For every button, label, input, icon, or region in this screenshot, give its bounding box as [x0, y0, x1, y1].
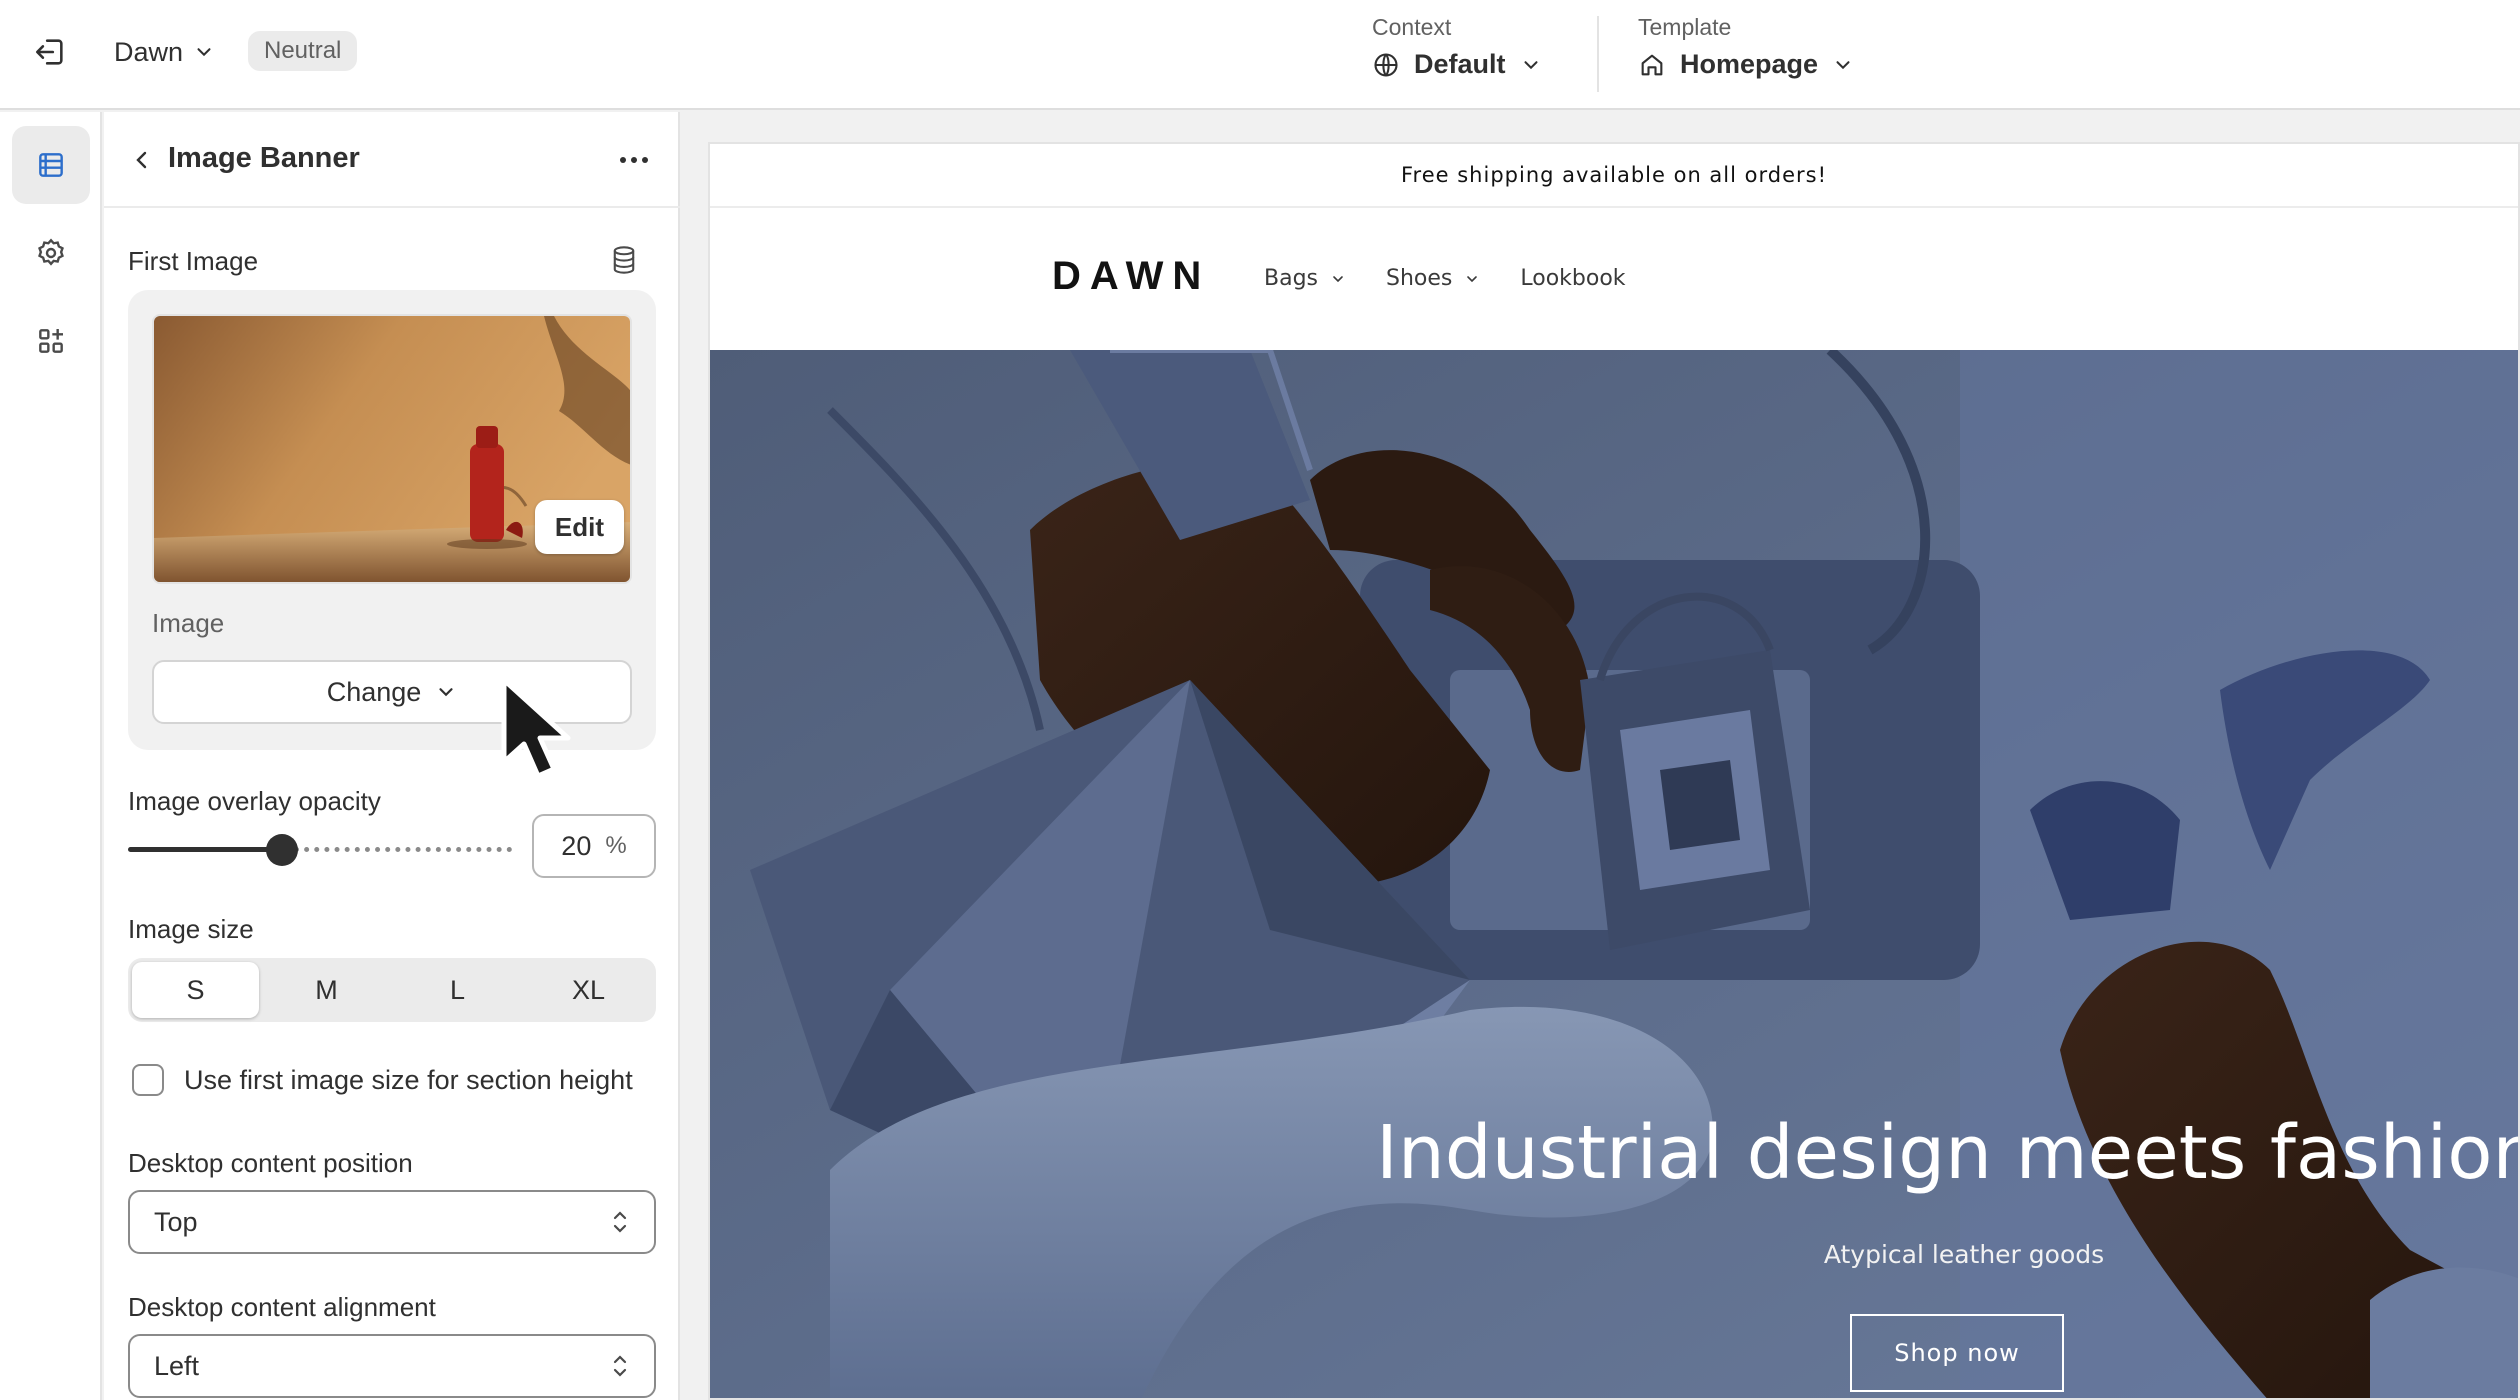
rail-sections-button[interactable]	[12, 126, 90, 204]
home-icon	[1641, 54, 1663, 75]
theme-name: Dawn	[114, 36, 184, 67]
store-header: DAWN Bags Shoes Lookbook	[710, 210, 2518, 350]
store-nav: Bags Shoes Lookbook	[1264, 266, 1626, 291]
context-group: Context Default	[1372, 14, 1542, 80]
context-selector[interactable]: Default	[1372, 49, 1542, 80]
exit-button[interactable]	[28, 30, 72, 74]
rail-apps-button[interactable]	[12, 302, 90, 380]
template-selector[interactable]: Homepage	[1638, 49, 1854, 80]
panel-header: Image Banner	[104, 112, 680, 208]
opacity-value: 20	[561, 830, 592, 861]
desktop-alignment-select[interactable]: Left	[128, 1334, 656, 1398]
select-arrows-icon	[613, 1355, 627, 1377]
gear-icon	[38, 238, 64, 266]
hero-heading: Industrial design meets fashion	[1376, 1110, 2520, 1196]
desktop-alignment-label: Desktop content alignment	[128, 1292, 436, 1322]
overlay-opacity-label: Image overlay opacity	[128, 786, 381, 816]
image-field-label: Image	[152, 608, 225, 638]
globe-icon	[1374, 52, 1398, 77]
settings-panel: Image Banner First Image Edit Image Chan…	[104, 112, 680, 1400]
template-label: Template	[1638, 14, 1732, 40]
back-button[interactable]	[122, 140, 162, 180]
edit-image-button[interactable]: Edit	[534, 500, 624, 554]
size-option-xl[interactable]: XL	[525, 962, 652, 1018]
top-bar: Dawn Neutral Context Default Template Ho…	[0, 0, 2520, 110]
hero-subheading: Atypical leather goods	[1823, 1240, 2105, 1269]
chevron-left-icon	[136, 151, 147, 169]
more-actions-button[interactable]	[612, 140, 656, 180]
change-label: Change	[326, 676, 422, 707]
nav-item-shoes[interactable]: Shoes	[1386, 266, 1480, 291]
slider-track	[294, 847, 512, 852]
side-rail	[0, 112, 102, 1400]
first-image-label: First Image	[128, 246, 259, 276]
theme-status-badge: Neutral	[248, 31, 358, 71]
nav-item-bags[interactable]: Bags	[1264, 266, 1346, 291]
chevron-down-icon	[197, 48, 211, 57]
size-option-s[interactable]: S	[132, 962, 259, 1018]
slider-fill	[128, 847, 282, 852]
size-option-l[interactable]: L	[394, 962, 521, 1018]
image-size-label: Image size	[128, 914, 254, 944]
desktop-alignment-value: Left	[154, 1350, 200, 1381]
chevron-down-icon	[1836, 60, 1850, 69]
sections-icon	[39, 153, 63, 177]
mouse-cursor-icon	[501, 677, 571, 779]
chevron-down-icon	[1333, 275, 1343, 282]
shop-now-button[interactable]: Shop now	[1850, 1314, 2064, 1392]
context-value: Default	[1414, 49, 1506, 79]
size-option-m[interactable]: M	[263, 962, 390, 1018]
rail-settings-button[interactable]	[12, 214, 90, 292]
opacity-unit: %	[605, 832, 627, 859]
template-value: Homepage	[1680, 49, 1819, 79]
use-first-size-option[interactable]: Use first image size for section height	[132, 1064, 633, 1096]
chevron-down-icon	[439, 688, 453, 697]
desktop-position-value: Top	[154, 1206, 198, 1237]
exit-icon	[35, 39, 63, 65]
dynamic-source-button[interactable]	[606, 242, 642, 278]
use-first-size-label: Use first image size for section height	[184, 1064, 633, 1095]
context-label: Context	[1372, 14, 1452, 40]
overlay-opacity-slider[interactable]	[128, 830, 514, 870]
storefront-preview: Free shipping available on all orders! D…	[708, 142, 2520, 1400]
apps-icon	[39, 329, 63, 353]
more-horizontal-icon	[620, 157, 648, 163]
panel-title: Image Banner	[168, 142, 360, 174]
nav-label: Lookbook	[1520, 266, 1626, 291]
hero-subheading-row: Atypical leather goods	[710, 1240, 2518, 1269]
database-icon	[613, 246, 635, 274]
store-logo[interactable]: DAWN	[1052, 254, 1210, 299]
nav-item-lookbook[interactable]: Lookbook	[1520, 266, 1625, 291]
use-first-size-checkbox[interactable]	[132, 1064, 164, 1096]
desktop-position-select[interactable]: Top	[128, 1190, 656, 1254]
announcement-bar: Free shipping available on all orders!	[710, 144, 2518, 208]
desktop-position-label: Desktop content position	[128, 1148, 413, 1178]
slider-handle[interactable]	[266, 834, 298, 866]
nav-label: Shoes	[1386, 266, 1453, 291]
nav-label: Bags	[1264, 266, 1319, 291]
hero-banner: Industrial design meets fashion Atypical…	[710, 350, 2520, 1398]
chevron-down-icon	[1467, 275, 1478, 282]
select-arrows-icon	[613, 1211, 627, 1233]
overlay-opacity-input[interactable]: 20 %	[532, 814, 656, 878]
image-size-segmented: S M L XL	[128, 958, 656, 1022]
theme-selector[interactable]: Dawn	[114, 30, 215, 74]
template-group: Template Homepage	[1638, 14, 1854, 80]
chevron-down-icon	[1524, 60, 1538, 69]
topbar-divider	[1597, 16, 1599, 92]
